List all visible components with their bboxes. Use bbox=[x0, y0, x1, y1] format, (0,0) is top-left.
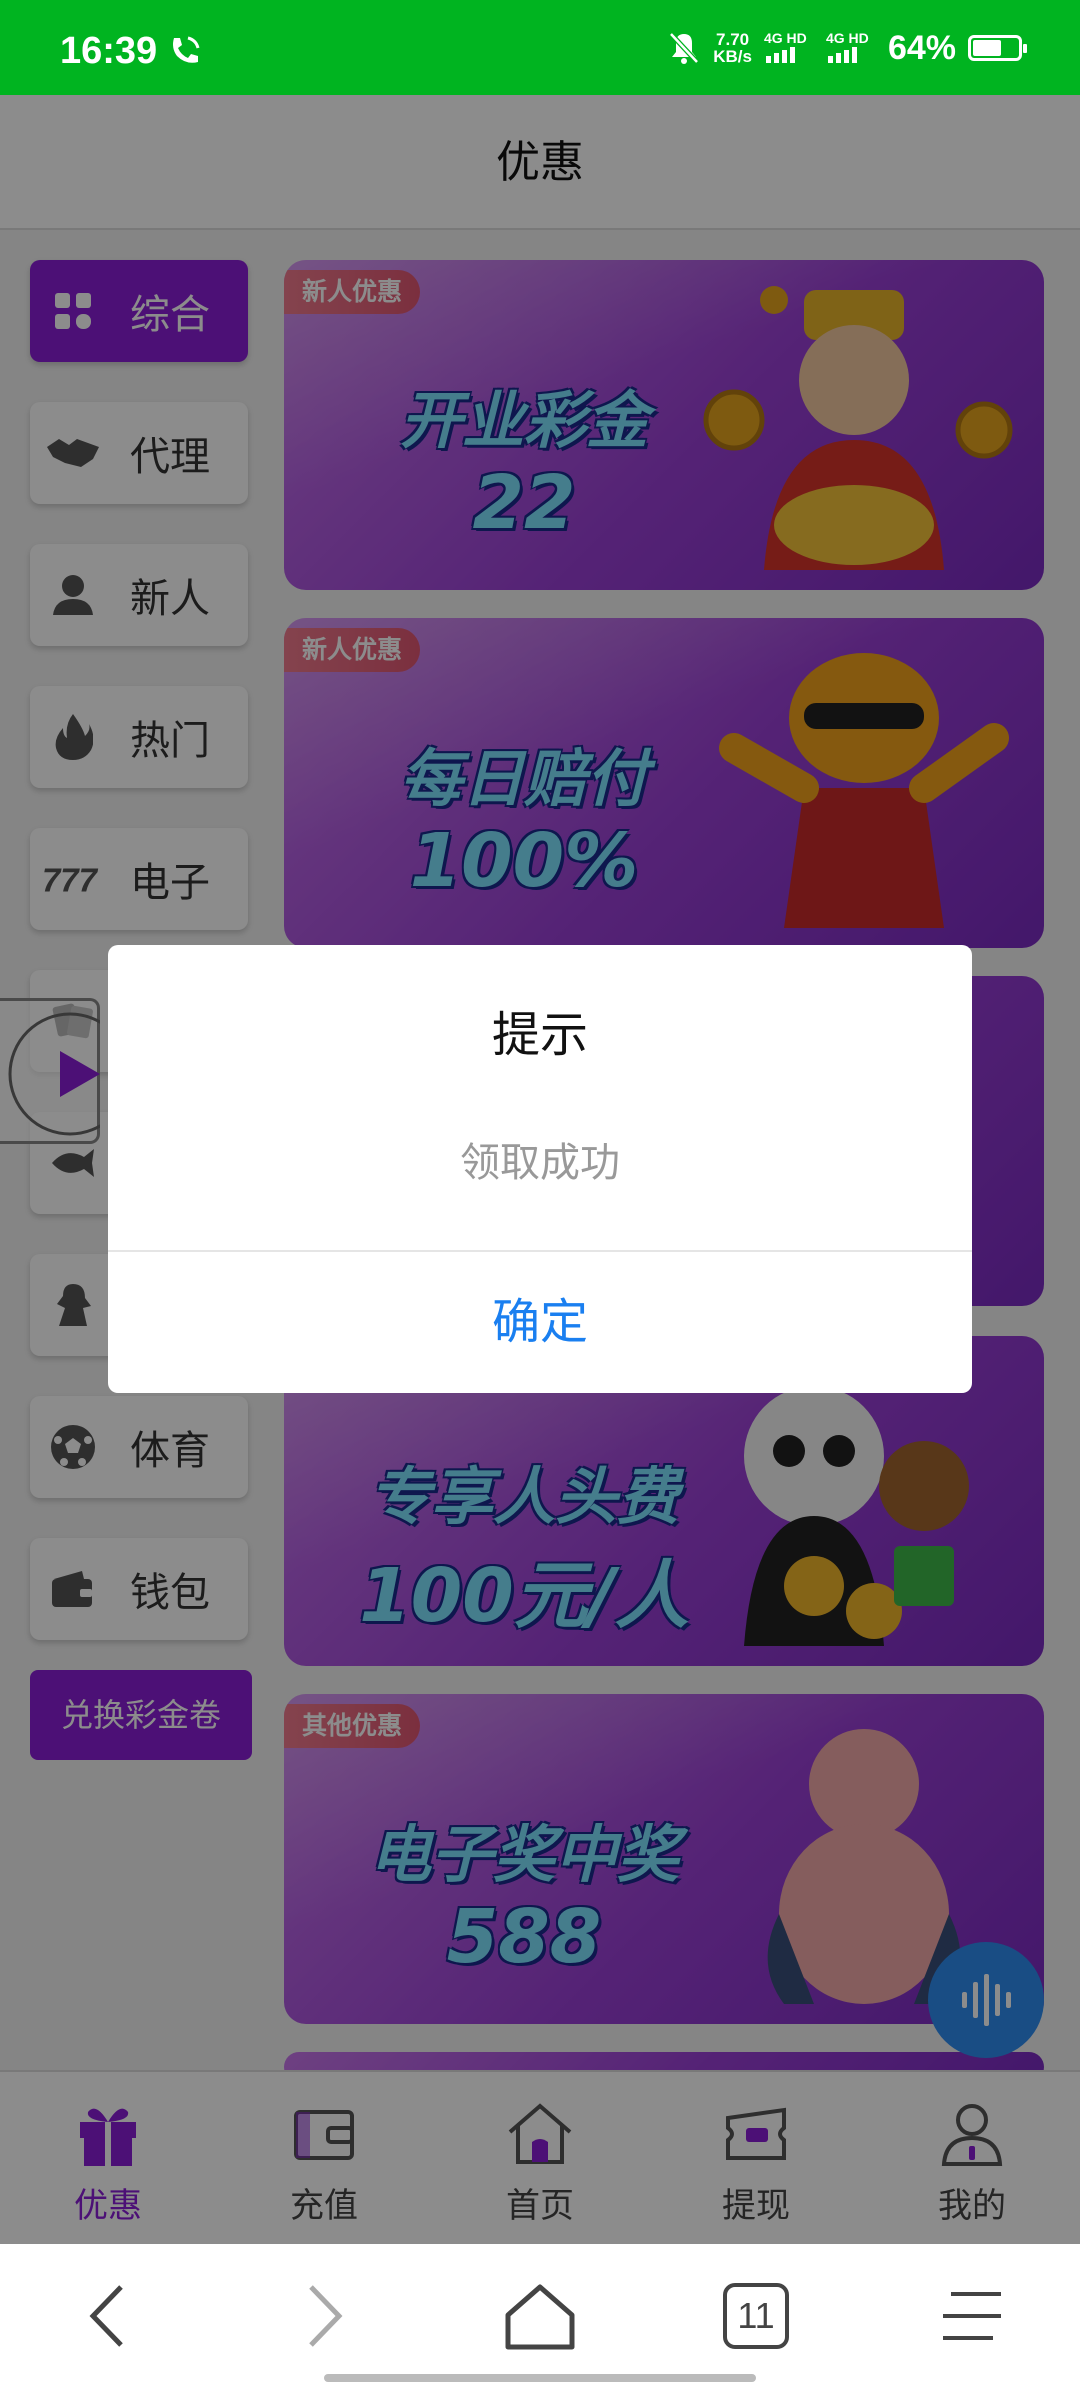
battery-percent: 64% bbox=[887, 28, 956, 67]
signal-bars-icon bbox=[765, 47, 795, 63]
battery-fill bbox=[973, 40, 1002, 56]
net-speed-value: 7.70 bbox=[716, 30, 750, 49]
wifi-call-icon bbox=[173, 36, 200, 63]
home-outline-icon bbox=[505, 2284, 575, 2350]
chevron-right-icon bbox=[309, 2285, 343, 2347]
confirm-button[interactable]: 确定 bbox=[108, 1252, 972, 1393]
network-label-2: 4G HD bbox=[825, 30, 869, 46]
net-speed-unit: KB/s bbox=[713, 47, 752, 66]
home-button[interactable] bbox=[432, 2244, 648, 2388]
battery-icon bbox=[968, 35, 1027, 61]
network-label-1: 4G HD bbox=[763, 30, 807, 46]
net-speed: 7.70 KB/s bbox=[713, 31, 752, 65]
status-bar: 16:39 7.70 KB/s 4G HD 4G HD 64% bbox=[0, 0, 1080, 95]
signal-2: 4G HD bbox=[826, 31, 876, 65]
menu-button[interactable] bbox=[864, 2244, 1080, 2388]
dialog-title: 提示 bbox=[491, 1007, 588, 1063]
signal-bars-icon bbox=[827, 47, 857, 63]
tabs-button[interactable]: 11 bbox=[648, 2244, 864, 2388]
signal-1: 4G HD bbox=[764, 31, 814, 65]
hamburger-menu-icon bbox=[943, 2292, 1001, 2340]
mute-icon bbox=[669, 32, 700, 64]
forward-button[interactable] bbox=[216, 2244, 432, 2388]
dialog-message: 领取成功 bbox=[460, 1140, 620, 1186]
back-button[interactable] bbox=[0, 2244, 216, 2388]
chevron-left-icon bbox=[89, 2285, 123, 2347]
tab-count: 11 bbox=[723, 2283, 789, 2349]
browser-nav-bar: 11 bbox=[0, 2244, 1080, 2388]
clock: 16:39 bbox=[60, 30, 158, 72]
alert-dialog: 提示 领取成功 确定 bbox=[108, 945, 972, 1393]
home-indicator bbox=[324, 2374, 756, 2382]
